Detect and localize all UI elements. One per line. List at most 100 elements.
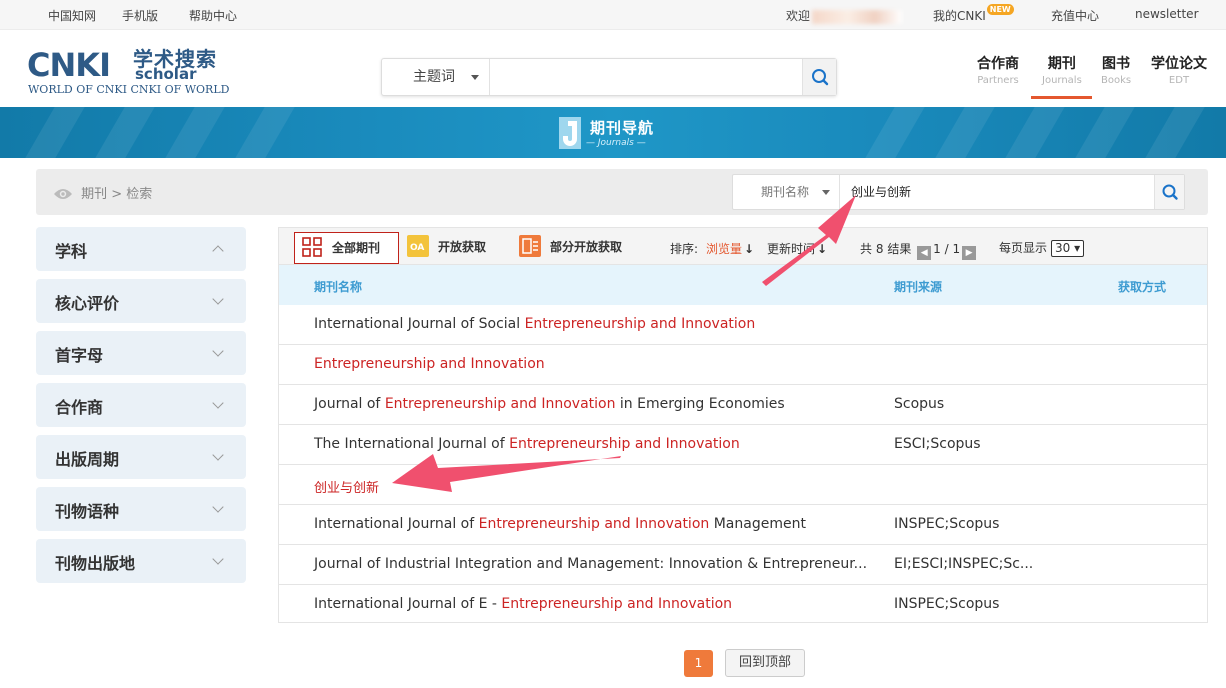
- nav-journals[interactable]: 期刊 Journals: [1042, 54, 1082, 88]
- nav-books-label: 图书: [1102, 56, 1131, 72]
- title-highlight: Entrepreneurship and Innovation: [509, 436, 740, 452]
- tab-open-access[interactable]: OA 开放获取: [407, 232, 486, 264]
- journal-title-link[interactable]: International Journal of Entrepreneurshi…: [314, 516, 806, 532]
- sidebar-item-label: 刊物语种: [55, 502, 120, 521]
- table-row[interactable]: Entrepreneurship and Innovation: [279, 345, 1207, 385]
- svg-text:OA: OA: [410, 243, 424, 253]
- search-icon: [1162, 184, 1178, 200]
- sidebar-item-publication-place[interactable]: 刊物出版地: [36, 539, 246, 583]
- table-row[interactable]: International Journal of Entrepreneurshi…: [279, 505, 1207, 545]
- banner-subtitle: — Journals —: [586, 138, 646, 148]
- main-search-input[interactable]: [491, 59, 803, 95]
- table-row[interactable]: Journal of Entrepreneurship and Innovati…: [279, 385, 1207, 425]
- back-to-top-button[interactable]: 回到顶部: [725, 649, 805, 677]
- journal-title-link[interactable]: 创业与创新: [314, 477, 379, 496]
- sidebar-item-language[interactable]: 刊物语种: [36, 487, 246, 531]
- table-row[interactable]: The International Journal of Entrepreneu…: [279, 425, 1207, 465]
- tab-all-journals[interactable]: 全部期刊: [294, 232, 400, 264]
- journal-title-link[interactable]: International Journal of E - Entrepreneu…: [314, 596, 732, 612]
- table-row[interactable]: 创业与创新: [279, 465, 1207, 505]
- sidebar-item-label: 合作商: [55, 398, 104, 417]
- journal-source: ESCI;Scopus: [894, 436, 981, 452]
- page-1-button[interactable]: 1: [684, 650, 713, 677]
- chevron-down-icon: [212, 397, 224, 409]
- grid-icon: [301, 236, 323, 258]
- total-suffix: 结果: [887, 242, 912, 256]
- tab-label: 部分开放获取: [550, 240, 623, 254]
- breadcrumb-text: 期刊 > 检索: [81, 187, 153, 202]
- journal-title-link[interactable]: Entrepreneurship and Innovation: [314, 356, 545, 372]
- arrow-down-icon: ↓: [744, 242, 755, 256]
- journal-title-link[interactable]: The International Journal of Entrepreneu…: [314, 436, 740, 452]
- sidebar-item-subject[interactable]: 学科: [36, 227, 246, 271]
- prev-page-icon[interactable]: ◀: [917, 246, 932, 260]
- sort-by-views[interactable]: 浏览量 ↓: [706, 240, 754, 257]
- title-highlight: Entrepreneurship and Innovation: [478, 516, 710, 532]
- sort-by-update[interactable]: 更新时间 ↓: [767, 240, 827, 257]
- chevron-down-icon: [212, 553, 224, 565]
- newsletter-link[interactable]: newsletter: [1135, 7, 1199, 21]
- journal-search-input[interactable]: 创业与创新: [851, 175, 911, 209]
- main-search-button[interactable]: [802, 59, 836, 95]
- sidebar-item-label: 学科: [55, 242, 88, 261]
- table-row[interactable]: Journal of Industrial Integration and Ma…: [279, 545, 1207, 585]
- sidebar-item-publication-cycle[interactable]: 出版周期: [36, 435, 246, 479]
- sidebar-item-label: 核心评价: [55, 294, 120, 313]
- help-link[interactable]: 帮助中心: [189, 7, 237, 24]
- cnki-scholar-logo[interactable]: CNKI 学术搜索 scholar WORLD OF CNKI CNKI OF …: [27, 48, 230, 108]
- result-pager: 共 8 结果 ◀ 1 / 1 ▶: [860, 240, 978, 260]
- title-text: Management: [709, 516, 806, 532]
- journal-source: INSPEC;Scopus: [894, 596, 1000, 612]
- nav-books[interactable]: 图书 Books: [1101, 54, 1131, 88]
- chevron-down-icon: [212, 293, 224, 305]
- title-highlight: Entrepreneurship and Innovation: [314, 356, 545, 372]
- per-page-select[interactable]: 30 ▾: [1051, 240, 1085, 257]
- journal-search-field-select[interactable]: 期刊名称: [733, 175, 840, 209]
- search-field-label: 主题词: [413, 69, 455, 85]
- sidebar-item-core-evaluation[interactable]: 核心评价: [36, 279, 246, 323]
- nav-partners-sub: Partners: [977, 75, 1019, 86]
- nav-journals-sub: Journals: [1042, 75, 1082, 86]
- title-highlight: 创业与创新: [314, 481, 380, 496]
- recharge-link[interactable]: 充值中心: [1051, 7, 1099, 24]
- sidebar-item-label: 刊物出版地: [55, 554, 136, 573]
- journal-title-link[interactable]: International Journal of Social Entrepre…: [314, 316, 755, 332]
- nav-edt-label: 学位论文: [1151, 56, 1207, 72]
- journal-source: EI;ESCI;INSPEC;Sc...: [894, 556, 1034, 572]
- logo-scholar: scholar: [135, 65, 197, 83]
- journal-search-box: 期刊名称 创业与创新: [732, 174, 1185, 210]
- journal-title-link[interactable]: Journal of Industrial Integration and Ma…: [314, 556, 867, 572]
- per-page-value: 30: [1055, 241, 1071, 255]
- table-row[interactable]: International Journal of Social Entrepre…: [279, 305, 1207, 345]
- sidebar-item-partner[interactable]: 合作商: [36, 383, 246, 427]
- title-text: International Journal of: [314, 516, 479, 532]
- next-page-icon[interactable]: ▶: [962, 246, 977, 260]
- journal-search-field-label: 期刊名称: [761, 185, 810, 199]
- journals-banner: 期刊导航 — Journals —: [0, 107, 1226, 158]
- table-row[interactable]: International Journal of E - Entrepreneu…: [279, 585, 1207, 625]
- tab-label: 全部期刊: [332, 241, 381, 255]
- chevron-down-icon: [212, 501, 224, 513]
- column-source: 期刊来源: [894, 280, 943, 294]
- nav-journals-label: 期刊: [1047, 56, 1076, 72]
- search-field-select[interactable]: 主题词: [382, 59, 490, 95]
- my-cnki-link[interactable]: 我的CNKI NEW: [933, 4, 1014, 24]
- cnki-china-link[interactable]: 中国知网: [48, 7, 96, 24]
- logo-tagline: WORLD OF CNKI CNKI OF WORLD: [28, 83, 230, 96]
- total-prefix: 共: [860, 242, 873, 256]
- title-text: Journal of Industrial Integration and Ma…: [314, 556, 868, 572]
- breadcrumb-bar: 期刊 > 检索 期刊名称 创业与创新: [36, 169, 1208, 215]
- caret-down-icon: [822, 190, 830, 195]
- nav-partners[interactable]: 合作商 Partners: [977, 54, 1019, 88]
- column-access: 获取方式: [1118, 280, 1167, 294]
- tab-partial-open-access[interactable]: 部分开放获取: [519, 232, 622, 264]
- journal-title-link[interactable]: Journal of Entrepreneurship and Innovati…: [314, 396, 785, 412]
- sidebar-item-initial-letter[interactable]: 首字母: [36, 331, 246, 375]
- main-search-box: 主题词: [381, 58, 837, 96]
- journal-source: Scopus: [894, 396, 945, 412]
- journal-search-button[interactable]: [1154, 175, 1184, 209]
- sidebar-item-label: 出版周期: [55, 450, 120, 469]
- chevron-up-icon: [212, 245, 224, 257]
- mobile-link[interactable]: 手机版: [122, 7, 158, 24]
- nav-edt[interactable]: 学位论文 EDT: [1151, 54, 1207, 88]
